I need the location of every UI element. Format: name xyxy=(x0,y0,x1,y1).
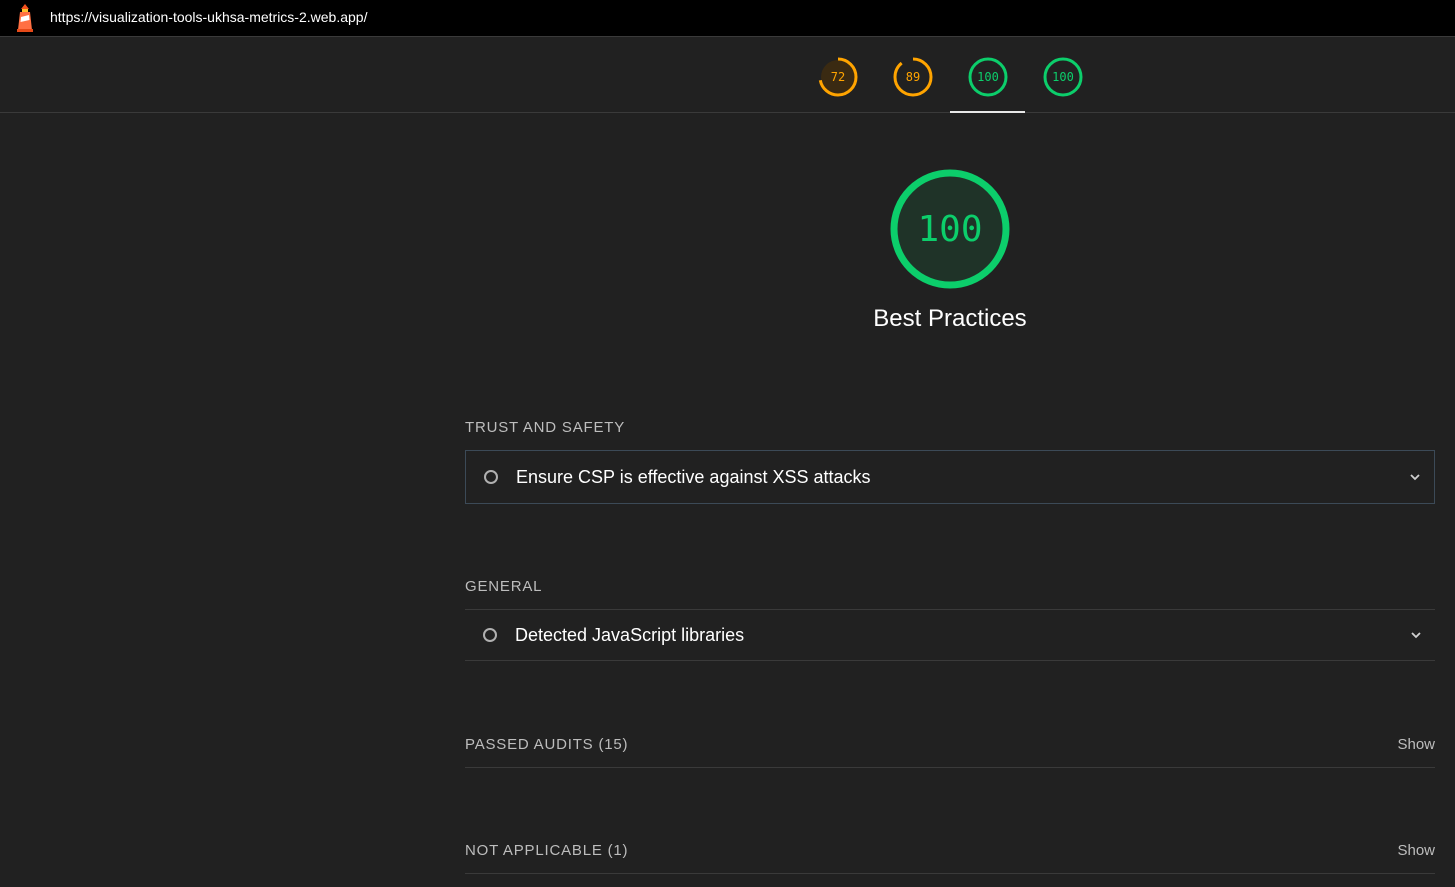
informative-circle-icon xyxy=(484,470,498,484)
audit-title: Ensure CSP is effective against XSS atta… xyxy=(516,466,871,487)
group-title-general: GENERAL xyxy=(465,578,543,595)
not-applicable-show-button[interactable]: Show xyxy=(1397,842,1435,859)
active-tab-indicator xyxy=(950,111,1025,113)
gauge-score: 72 xyxy=(830,70,846,84)
top-bar: https://visualization-tools-ukhsa-metric… xyxy=(0,0,1455,37)
gauge-performance[interactable]: 72 xyxy=(818,57,858,97)
chevron-down-icon[interactable] xyxy=(1409,628,1423,642)
informative-circle-icon xyxy=(483,628,497,642)
audit-csp-xss[interactable]: Ensure CSP is effective against XSS atta… xyxy=(465,450,1435,504)
gauge-score: 100 xyxy=(977,70,999,84)
passed-audits-header[interactable]: PASSED AUDITS (15) Show xyxy=(465,736,1435,756)
gauge-seo[interactable]: 100 xyxy=(1043,57,1083,97)
category-score: 100 xyxy=(917,208,983,250)
divider xyxy=(465,767,1435,768)
chevron-down-icon[interactable] xyxy=(1408,470,1422,484)
not-applicable-title: NOT APPLICABLE (1) xyxy=(465,842,629,859)
gauge-score: 89 xyxy=(905,70,921,84)
lighthouse-icon xyxy=(17,4,33,32)
group-title-trust-and-safety: TRUST AND SAFETY xyxy=(465,419,626,436)
passed-audits-show-button[interactable]: Show xyxy=(1397,736,1435,753)
divider xyxy=(465,873,1435,874)
gauge-score: 100 xyxy=(1052,70,1074,84)
category-gauge: 100 xyxy=(888,167,1012,291)
not-applicable-header[interactable]: NOT APPLICABLE (1) Show xyxy=(465,842,1435,862)
page-url: https://visualization-tools-ukhsa-metric… xyxy=(50,9,368,25)
category-title: Best Practices xyxy=(873,305,1027,332)
passed-audits-title: PASSED AUDITS (15) xyxy=(465,736,629,753)
audit-js-libraries[interactable]: Detected JavaScript libraries xyxy=(465,609,1435,661)
score-gauges-bar: 72 89 100 100 xyxy=(0,37,1455,113)
gauge-best-practices[interactable]: 100 xyxy=(968,57,1008,97)
audit-title: Detected JavaScript libraries xyxy=(515,624,745,645)
gauge-accessibility[interactable]: 89 xyxy=(893,57,933,97)
